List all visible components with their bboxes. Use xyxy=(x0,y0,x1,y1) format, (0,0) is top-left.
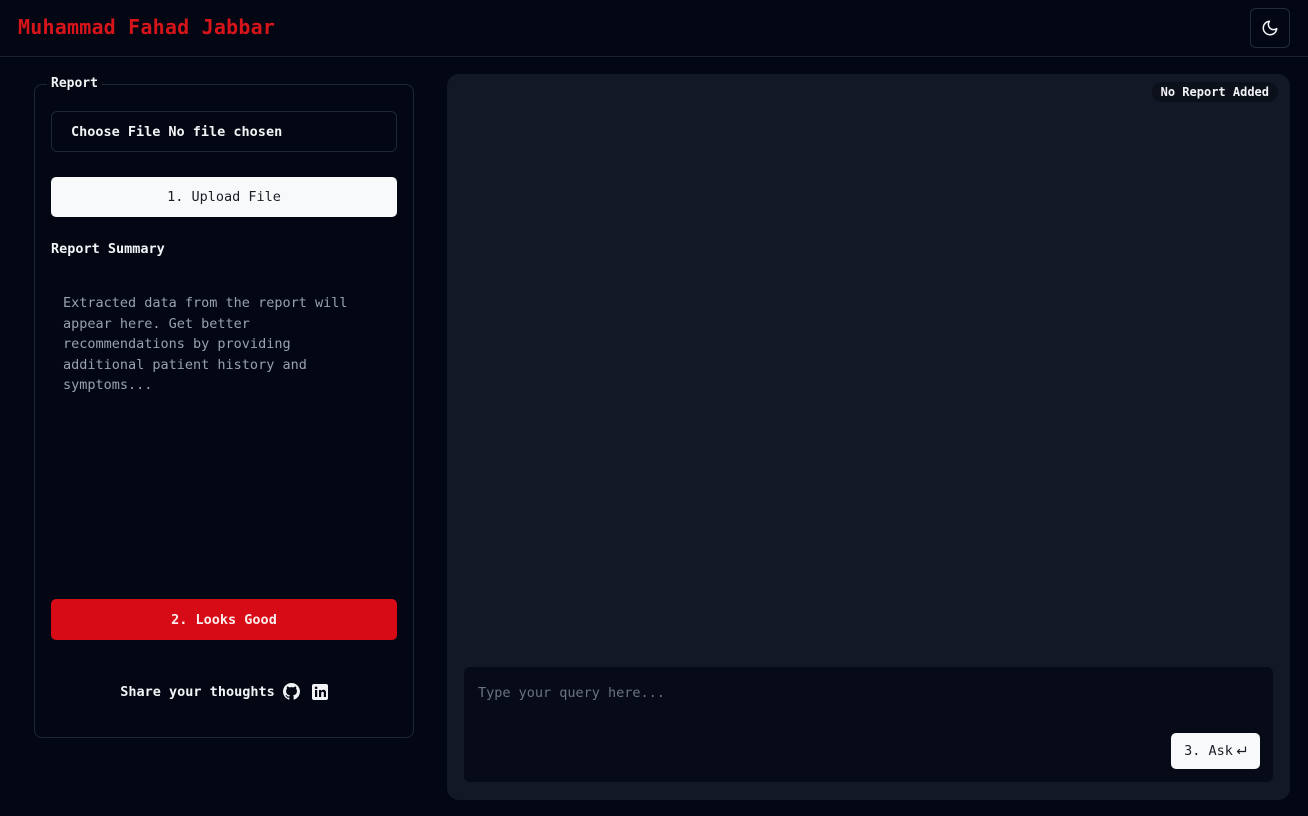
github-icon[interactable] xyxy=(282,683,300,700)
report-legend: Report xyxy=(47,76,102,91)
query-input[interactable] xyxy=(476,681,1260,705)
ask-button[interactable]: 3. Ask xyxy=(1171,733,1260,769)
moon-icon xyxy=(1261,19,1279,37)
theme-toggle-button[interactable] xyxy=(1250,8,1290,48)
looks-good-button[interactable]: 2. Looks Good xyxy=(51,599,397,640)
share-text: Share your thoughts xyxy=(120,683,275,700)
top-bar: Muhammad Fahad Jabbar xyxy=(0,0,1308,57)
ask-label: 3. Ask xyxy=(1184,743,1233,759)
query-box: 3. Ask xyxy=(464,667,1273,782)
chat-panel: No Report Added 3. Ask xyxy=(447,74,1290,800)
file-input[interactable]: Choose File No file chosen xyxy=(51,111,397,152)
report-summary-textarea[interactable]: Extracted data from the report will appe… xyxy=(51,285,397,585)
file-status: No file chosen xyxy=(168,123,283,140)
brand-title: Muhammad Fahad Jabbar xyxy=(18,15,276,39)
upload-file-button[interactable]: 1. Upload File xyxy=(51,177,397,217)
share-section: Share your thoughts xyxy=(35,683,413,700)
choose-file-button[interactable]: Choose File xyxy=(71,124,160,140)
enter-icon xyxy=(1235,745,1247,757)
report-summary-title: Report Summary xyxy=(51,241,165,257)
report-panel: Report Choose File No file chosen 1. Upl… xyxy=(34,76,414,738)
report-status-badge: No Report Added xyxy=(1151,82,1278,102)
linkedin-icon[interactable] xyxy=(311,683,328,700)
